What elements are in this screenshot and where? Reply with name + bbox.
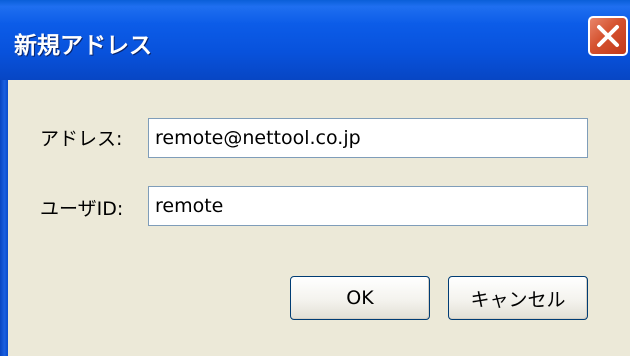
cancel-button[interactable]: キャンセル bbox=[448, 276, 588, 320]
address-label: アドレス: bbox=[40, 128, 123, 150]
new-address-dialog: 新規アドレス アドレス: ユーザID: OK キャンセル bbox=[0, 0, 630, 356]
window-left-border bbox=[0, 80, 8, 356]
close-button[interactable] bbox=[588, 16, 628, 56]
address-input[interactable] bbox=[148, 118, 588, 158]
title-bar: 新規アドレス bbox=[0, 0, 630, 80]
user-id-label: ユーザID: bbox=[40, 198, 124, 220]
dialog-title: 新規アドレス bbox=[14, 33, 152, 59]
close-icon bbox=[597, 25, 619, 47]
user-id-input[interactable] bbox=[148, 186, 588, 226]
ok-button[interactable]: OK bbox=[290, 276, 430, 320]
